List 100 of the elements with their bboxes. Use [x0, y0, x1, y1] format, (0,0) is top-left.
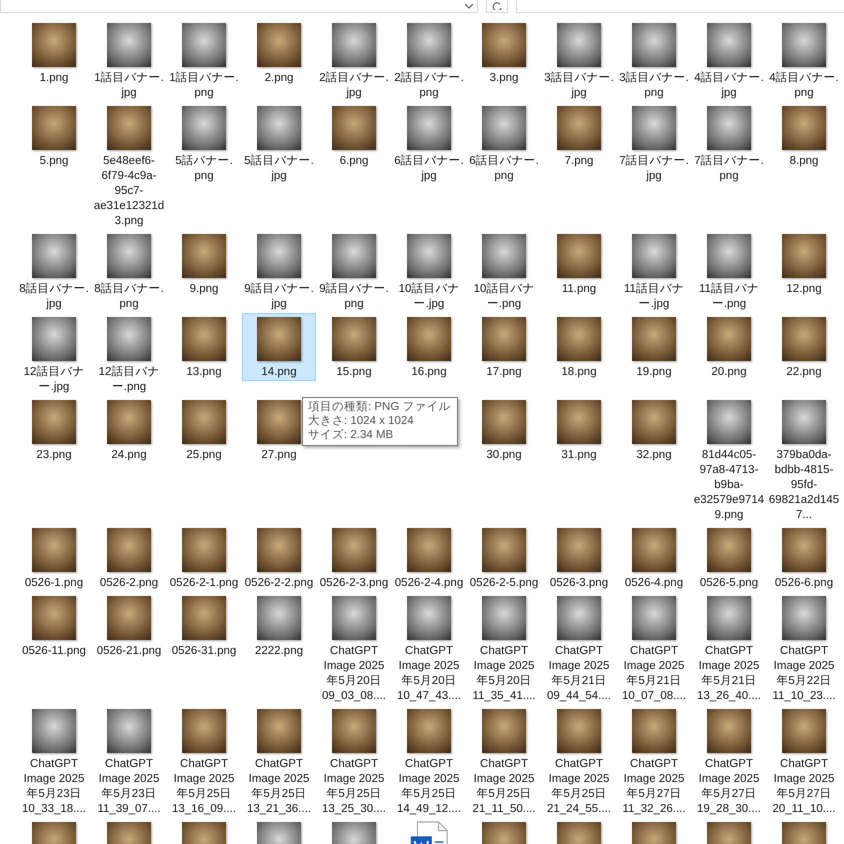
photo-placeholder[interactable] [632, 709, 676, 753]
photo-placeholder[interactable] [632, 317, 676, 361]
photo-placeholder[interactable] [182, 317, 226, 361]
photo-placeholder[interactable] [557, 709, 601, 753]
file-name: 3話目バナー.png [618, 71, 690, 101]
photo-placeholder[interactable] [407, 596, 451, 640]
photo-placeholder[interactable] [557, 317, 601, 361]
photo-placeholder[interactable] [182, 106, 226, 150]
file-name: 0526-4.png [624, 576, 684, 591]
photo-placeholder[interactable] [257, 709, 301, 753]
file-name: 7.png [564, 154, 594, 169]
photo-placeholder[interactable] [332, 234, 376, 278]
search-field[interactable] [516, 0, 844, 13]
photo-placeholder[interactable] [32, 596, 76, 640]
photo-placeholder[interactable] [632, 596, 676, 640]
photo-placeholder[interactable] [32, 400, 76, 444]
photo-placeholder[interactable] [332, 23, 376, 67]
photo-placeholder[interactable] [407, 709, 451, 753]
photo-placeholder[interactable] [557, 234, 601, 278]
photo-placeholder[interactable] [32, 709, 76, 753]
photo-placeholder[interactable] [782, 317, 826, 361]
photo-placeholder[interactable] [107, 234, 151, 278]
photo-placeholder[interactable] [332, 317, 376, 361]
photo-placeholder[interactable] [782, 106, 826, 150]
file-name: 6話目バナー.jpg [393, 154, 465, 184]
photo-placeholder[interactable] [257, 23, 301, 67]
photo-placeholder[interactable] [257, 596, 301, 640]
photo-placeholder[interactable] [707, 317, 751, 361]
photo-placeholder[interactable] [182, 528, 226, 572]
photo-placeholder[interactable] [107, 709, 151, 753]
photo-placeholder[interactable] [257, 106, 301, 150]
photo-placeholder[interactable] [182, 709, 226, 753]
photo-placeholder[interactable] [482, 234, 526, 278]
photo-placeholder[interactable] [257, 400, 301, 444]
photo-placeholder[interactable] [632, 234, 676, 278]
photo-placeholder[interactable] [782, 528, 826, 572]
photo-placeholder[interactable] [482, 596, 526, 640]
photo-placeholder[interactable] [782, 596, 826, 640]
photo-placeholder[interactable] [482, 317, 526, 361]
photo-placeholder[interactable] [332, 709, 376, 753]
photo-placeholder[interactable] [557, 528, 601, 572]
photo-placeholder[interactable] [557, 106, 601, 150]
photo-placeholder[interactable] [632, 400, 676, 444]
photo-placeholder[interactable] [107, 106, 151, 150]
photo-placeholder[interactable] [482, 106, 526, 150]
photo-placeholder[interactable] [482, 400, 526, 444]
photo-placeholder[interactable] [257, 317, 301, 361]
photo-placeholder[interactable] [107, 23, 151, 67]
photo-placeholder[interactable] [32, 234, 76, 278]
photo-placeholder[interactable] [32, 317, 76, 361]
photo-placeholder[interactable] [332, 106, 376, 150]
photo-placeholder[interactable] [107, 596, 151, 640]
file-name: 20.png [711, 365, 747, 380]
file-name: ChatGPT Image 2025年5月20日 11_35_41.... [471, 644, 537, 704]
photo-placeholder[interactable] [707, 528, 751, 572]
photo-placeholder[interactable] [332, 528, 376, 572]
photo-placeholder[interactable] [632, 23, 676, 67]
photo-placeholder[interactable] [707, 400, 751, 444]
photo-placeholder[interactable] [482, 23, 526, 67]
photo-placeholder[interactable] [407, 528, 451, 572]
photo-placeholder[interactable] [182, 23, 226, 67]
photo-placeholder[interactable] [32, 528, 76, 572]
photo-placeholder[interactable] [182, 400, 226, 444]
photo-placeholder[interactable] [557, 400, 601, 444]
photo-placeholder[interactable] [182, 596, 226, 640]
file-name: 0526-31.png [172, 644, 236, 659]
photo-placeholder[interactable] [407, 23, 451, 67]
photo-placeholder[interactable] [32, 106, 76, 150]
photo-placeholder[interactable] [332, 596, 376, 640]
photo-placeholder[interactable] [482, 709, 526, 753]
photo-placeholder[interactable] [257, 528, 301, 572]
photo-placeholder[interactable] [707, 596, 751, 640]
photo-placeholder[interactable] [707, 23, 751, 67]
photo-placeholder[interactable] [482, 528, 526, 572]
photo-placeholder[interactable] [707, 234, 751, 278]
photo-placeholder[interactable] [107, 317, 151, 361]
photo-placeholder[interactable] [182, 234, 226, 278]
caret-icon[interactable] [465, 4, 473, 8]
photo-placeholder[interactable] [407, 234, 451, 278]
photo-placeholder[interactable] [782, 234, 826, 278]
photo-placeholder[interactable] [32, 23, 76, 67]
photo-placeholder[interactable] [707, 106, 751, 150]
photo-placeholder[interactable] [407, 317, 451, 361]
photo-placeholder[interactable] [782, 400, 826, 444]
photo-placeholder[interactable] [407, 106, 451, 150]
photo-placeholder[interactable] [782, 709, 826, 753]
photo-placeholder[interactable] [107, 400, 151, 444]
selected-file-item[interactable]: 14.png [242, 313, 316, 381]
photo-placeholder[interactable] [557, 23, 601, 67]
photo-placeholder[interactable] [782, 23, 826, 67]
photo-placeholder[interactable] [632, 106, 676, 150]
photo-placeholder[interactable] [632, 528, 676, 572]
photo-placeholder[interactable] [557, 596, 601, 640]
file-name: 12話目バナー.jpg [22, 365, 86, 395]
photo-placeholder[interactable] [257, 234, 301, 278]
address-field[interactable] [0, 0, 478, 13]
file-name: ChatGPT Image 2025年5月25日 13_16_09.... [171, 757, 237, 817]
refresh-button[interactable] [486, 0, 508, 13]
photo-placeholder[interactable] [707, 709, 751, 753]
photo-placeholder[interactable] [107, 528, 151, 572]
